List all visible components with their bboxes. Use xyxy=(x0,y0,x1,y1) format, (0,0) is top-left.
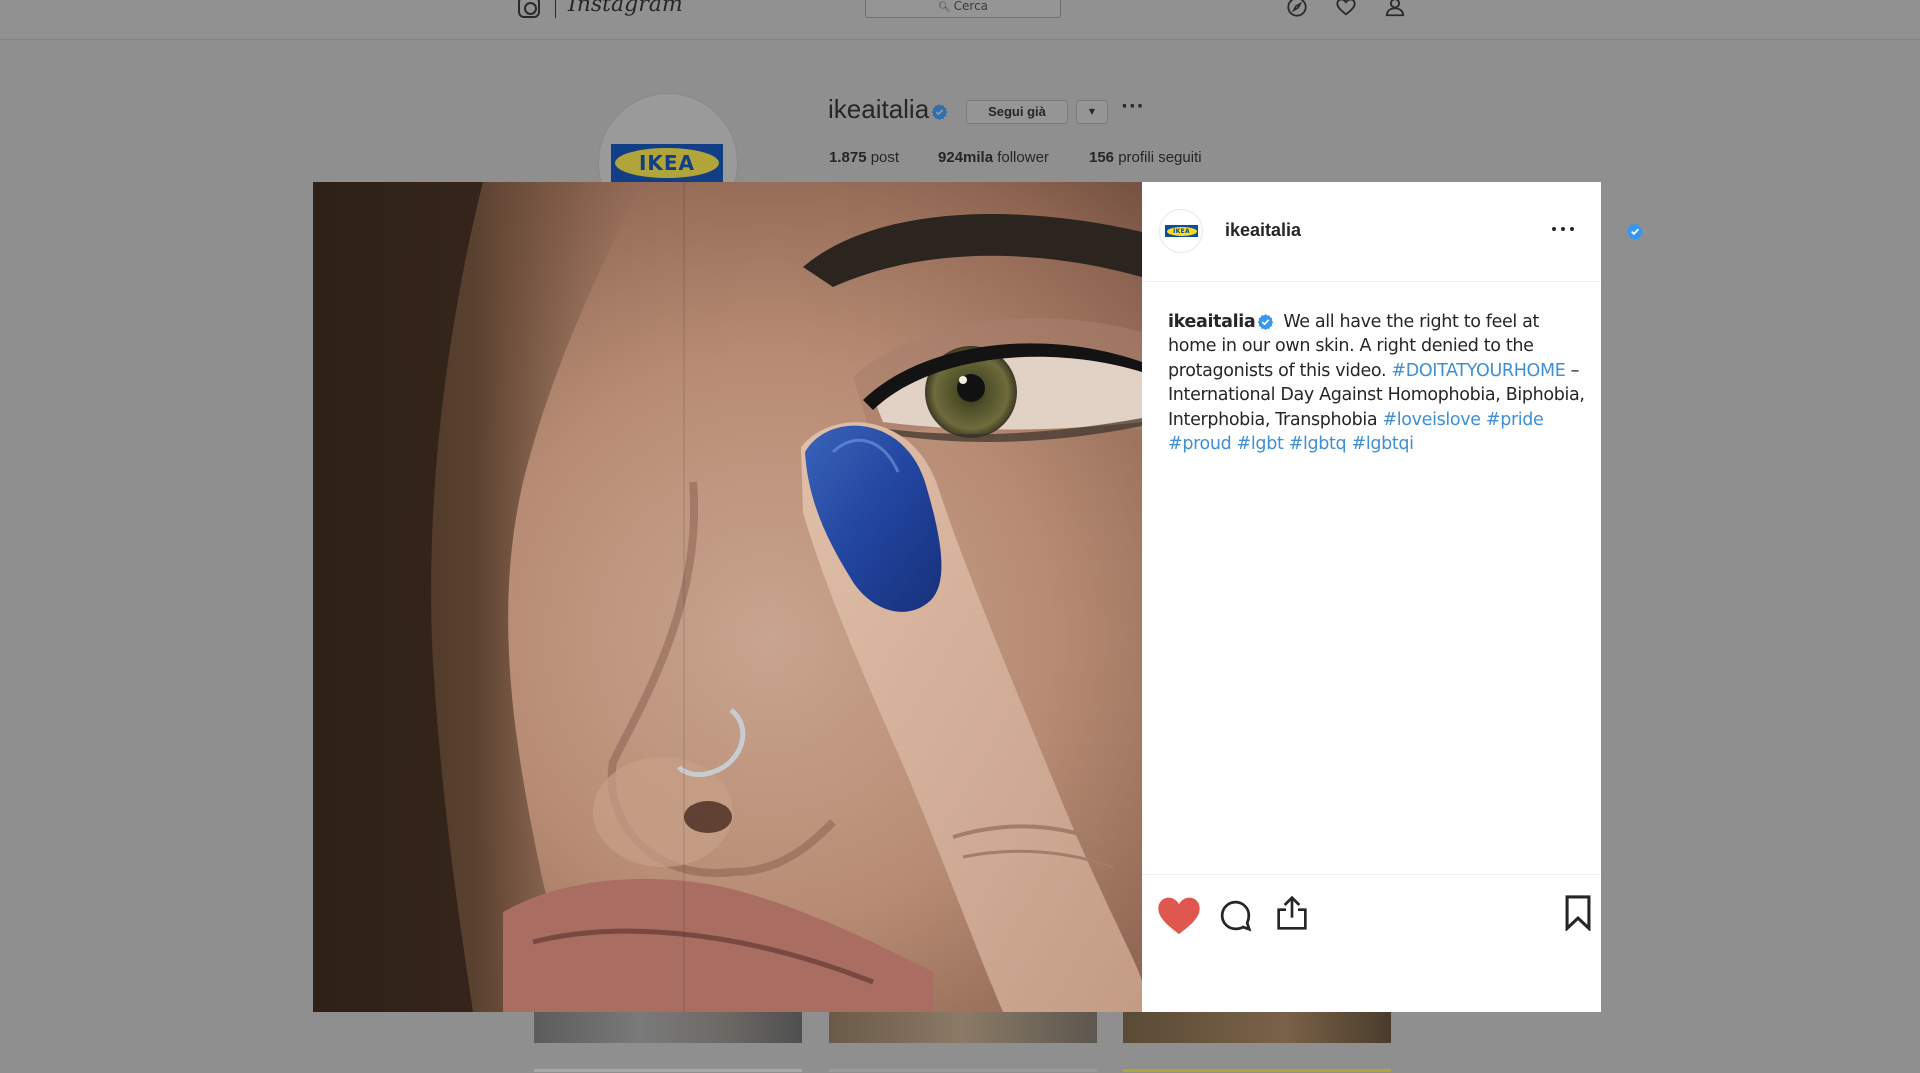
grid-thumbnail[interactable] xyxy=(1123,1069,1391,1072)
grid-thumbnail[interactable] xyxy=(829,1011,1097,1043)
post-action-bar xyxy=(1142,874,1601,1012)
stat-posts: 1.875 post xyxy=(829,149,899,166)
post-header: IKEA ikeaitalia xyxy=(1142,182,1644,282)
hashtag-link[interactable]: #proud xyxy=(1168,434,1232,454)
instagram-wordmark[interactable]: Instagram xyxy=(568,0,683,17)
post-caption: ikeaitalia We all have the right to feel … xyxy=(1168,310,1588,456)
hashtag-link[interactable]: #lgbtqi xyxy=(1352,434,1414,454)
logo-divider xyxy=(555,0,556,18)
post-video[interactable] xyxy=(313,182,1142,1012)
hashtag-link[interactable]: #pride xyxy=(1486,410,1544,430)
compass-icon[interactable] xyxy=(1286,0,1308,18)
post-details-panel: IKEA ikeaitalia ikeaitalia We all have th… xyxy=(1142,182,1644,1012)
stat-followers-value: 924mila xyxy=(938,149,994,166)
video-frame-image xyxy=(313,182,1142,1012)
follow-dropdown-button[interactable]: ▼ xyxy=(1076,100,1108,124)
hashtag-link[interactable]: #lgbtq xyxy=(1289,434,1347,454)
following-button[interactable]: Segui già xyxy=(966,100,1068,124)
hashtag-link[interactable]: #lgbt xyxy=(1237,434,1284,454)
share-icon[interactable] xyxy=(1276,895,1308,931)
stat-following-value: 156 xyxy=(1089,149,1115,166)
ikea-logo: IKEA xyxy=(1166,226,1197,236)
stat-posts-label: post xyxy=(870,149,900,166)
grid-thumbnail[interactable] xyxy=(829,1069,1097,1072)
hashtag-link[interactable]: #loveislove xyxy=(1382,410,1481,430)
grid-thumbnail[interactable] xyxy=(534,1069,802,1072)
post-modal: IKEA ikeaitalia ikeaitalia We all have th… xyxy=(313,182,1644,1012)
search-input[interactable]: 🔍︎ Cerca xyxy=(865,0,1061,18)
grid-thumbnail[interactable] xyxy=(534,1011,802,1043)
post-author-username[interactable]: ikeaitalia xyxy=(1225,220,1301,241)
hashtag-link[interactable]: #DOITATYOURHOME xyxy=(1391,361,1565,381)
stat-posts-value: 1.875 xyxy=(829,149,867,166)
verified-badge-icon xyxy=(1258,314,1274,330)
post-author-avatar[interactable]: IKEA xyxy=(1159,209,1203,253)
heart-filled-icon[interactable] xyxy=(1156,893,1202,937)
stat-following[interactable]: 156 profili seguiti xyxy=(1089,149,1202,166)
search-icon: 🔍︎ xyxy=(937,2,951,13)
top-navigation-bar: Instagram 🔍︎ Cerca xyxy=(0,0,1920,40)
verified-badge-icon xyxy=(1626,223,1644,240)
comment-icon[interactable] xyxy=(1219,899,1252,932)
user-icon[interactable] xyxy=(1384,0,1406,18)
ikea-logo: IKEA xyxy=(615,148,719,178)
caption-username[interactable]: ikeaitalia xyxy=(1168,312,1256,332)
stat-followers[interactable]: 924mila follower xyxy=(938,149,1049,166)
search-placeholder: Cerca xyxy=(953,0,989,13)
stat-followers-label: follower xyxy=(997,149,1049,166)
grid-thumbnail[interactable] xyxy=(1123,1011,1391,1043)
bookmark-icon[interactable] xyxy=(1565,895,1591,931)
verified-badge-icon xyxy=(931,104,948,120)
heart-icon[interactable] xyxy=(1335,0,1357,18)
stat-following-label: profili seguiti xyxy=(1118,149,1202,166)
profile-options-button[interactable]: ··· xyxy=(1121,96,1145,117)
post-options-button[interactable] xyxy=(1552,226,1576,234)
profile-username: ikeaitalia xyxy=(828,94,930,124)
instagram-logo-icon[interactable] xyxy=(518,0,540,18)
